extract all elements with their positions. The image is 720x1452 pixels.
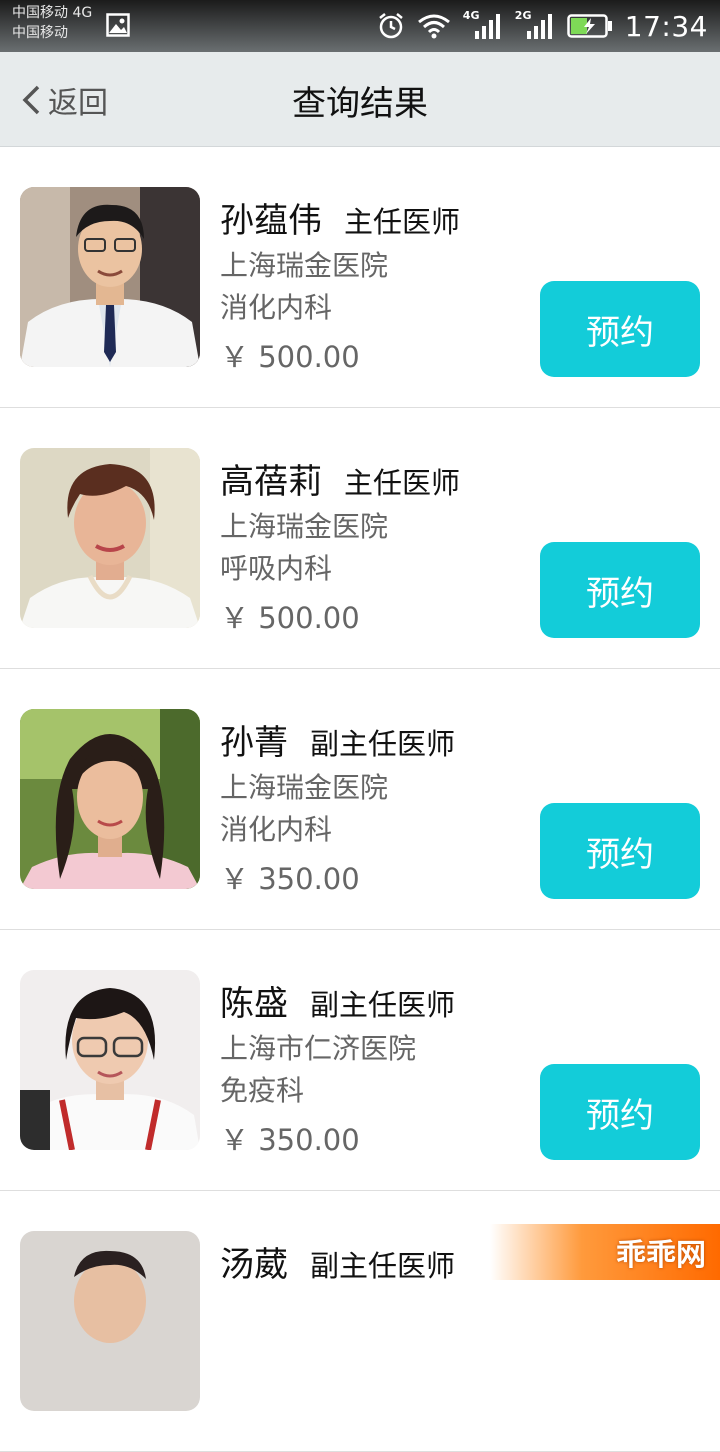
doctor-photo <box>20 187 200 367</box>
alarm-icon <box>379 13 403 39</box>
wifi-icon <box>417 14 450 39</box>
doctor-name: 陈盛 <box>220 984 288 1024</box>
doctor-hospital: 上海瑞金医院 <box>220 771 389 804</box>
doctor-info: 孙蕴伟 主任医师 上海瑞金医院 消化内科 ￥ 500.00 <box>220 193 460 376</box>
list-item[interactable]: 高蓓莉 主任医师 上海瑞金医院 呼吸内科 ￥ 500.00 预约 <box>0 408 720 669</box>
doctor-name: 孙蕴伟 <box>220 201 322 241</box>
page-title: 查询结果 <box>292 84 428 124</box>
watermark-text: 乖乖网 <box>616 1238 706 1273</box>
book-button[interactable]: 预约 <box>540 281 700 377</box>
site-watermark: 乖乖网 <box>490 1224 720 1280</box>
doctor-info: 高蓓莉 主任医师 上海瑞金医院 呼吸内科 ￥ 500.00 <box>220 454 460 637</box>
doctor-info: 孙菁 副主任医师 上海瑞金医院 消化内科 ￥ 350.00 <box>220 715 455 898</box>
doctor-photo <box>20 1231 200 1411</box>
doctor-info: 陈盛 副主任医师 上海市仁济医院 免疫科 ￥ 350.00 <box>220 976 455 1159</box>
book-button[interactable]: 预约 <box>540 1064 700 1160</box>
carrier-2: 中国移动 <box>12 25 68 41</box>
doctor-hospital: 上海市仁济医院 <box>220 1032 417 1065</box>
book-button[interactable]: 预约 <box>540 542 700 638</box>
doctor-rank: 副主任医师 <box>310 727 456 761</box>
doctor-name: 孙菁 <box>220 723 288 763</box>
carrier-1: 中国移动 4G <box>12 5 93 21</box>
doctor-fee: ￥ 500.00 <box>220 340 360 374</box>
doctor-department: 免疫科 <box>220 1074 305 1107</box>
signal-2g: 2G <box>514 9 555 41</box>
doctor-name: 高蓓莉 <box>220 462 322 502</box>
doctor-hospital: 上海瑞金医院 <box>220 249 389 282</box>
doctor-hospital: 上海瑞金医院 <box>220 510 389 543</box>
doctor-department: 消化内科 <box>220 813 333 846</box>
doctor-rank: 主任医师 <box>344 466 461 500</box>
doctor-fee: ￥ 350.00 <box>220 862 360 896</box>
doctor-fee: ￥ 500.00 <box>220 601 360 635</box>
doctor-rank: 主任医师 <box>344 205 461 239</box>
status-icons: 4G 2G 17:34 <box>377 8 708 44</box>
app-header: 返回 查询结果 <box>0 52 720 147</box>
doctor-fee: ￥ 350.00 <box>220 1123 360 1157</box>
doctor-photo <box>20 709 200 889</box>
carrier-info: 中国移动 4G 中国移动 <box>12 3 92 43</box>
list-item[interactable]: 孙蕴伟 主任医师 上海瑞金医院 消化内科 ￥ 500.00 预约 <box>0 147 720 408</box>
doctor-photo <box>20 448 200 628</box>
clock: 17:34 <box>624 9 708 43</box>
list-item[interactable]: 陈盛 副主任医师 上海市仁济医院 免疫科 ￥ 350.00 预约 <box>0 930 720 1191</box>
book-button[interactable]: 预约 <box>540 803 700 899</box>
net-type-2: 2G <box>514 9 532 22</box>
net-type-1: 4G <box>462 9 480 22</box>
status-bar: 中国移动 4G 中国移动 4G 2G 17:34 <box>0 0 720 52</box>
image-notification-icon <box>106 13 130 37</box>
signal-4g: 4G <box>462 9 503 41</box>
doctor-department: 消化内科 <box>220 291 333 324</box>
doctor-rank: 副主任医师 <box>310 1249 456 1283</box>
doctor-department: 呼吸内科 <box>220 552 333 585</box>
battery-charging-icon <box>567 14 612 38</box>
doctor-photo <box>20 970 200 1150</box>
doctor-name: 汤葳 <box>220 1245 288 1285</box>
list-item[interactable]: 孙菁 副主任医师 上海瑞金医院 消化内科 ￥ 350.00 预约 <box>0 669 720 930</box>
doctor-rank: 副主任医师 <box>310 988 456 1022</box>
doctor-info: 汤葳 副主任医师 <box>220 1237 455 1286</box>
